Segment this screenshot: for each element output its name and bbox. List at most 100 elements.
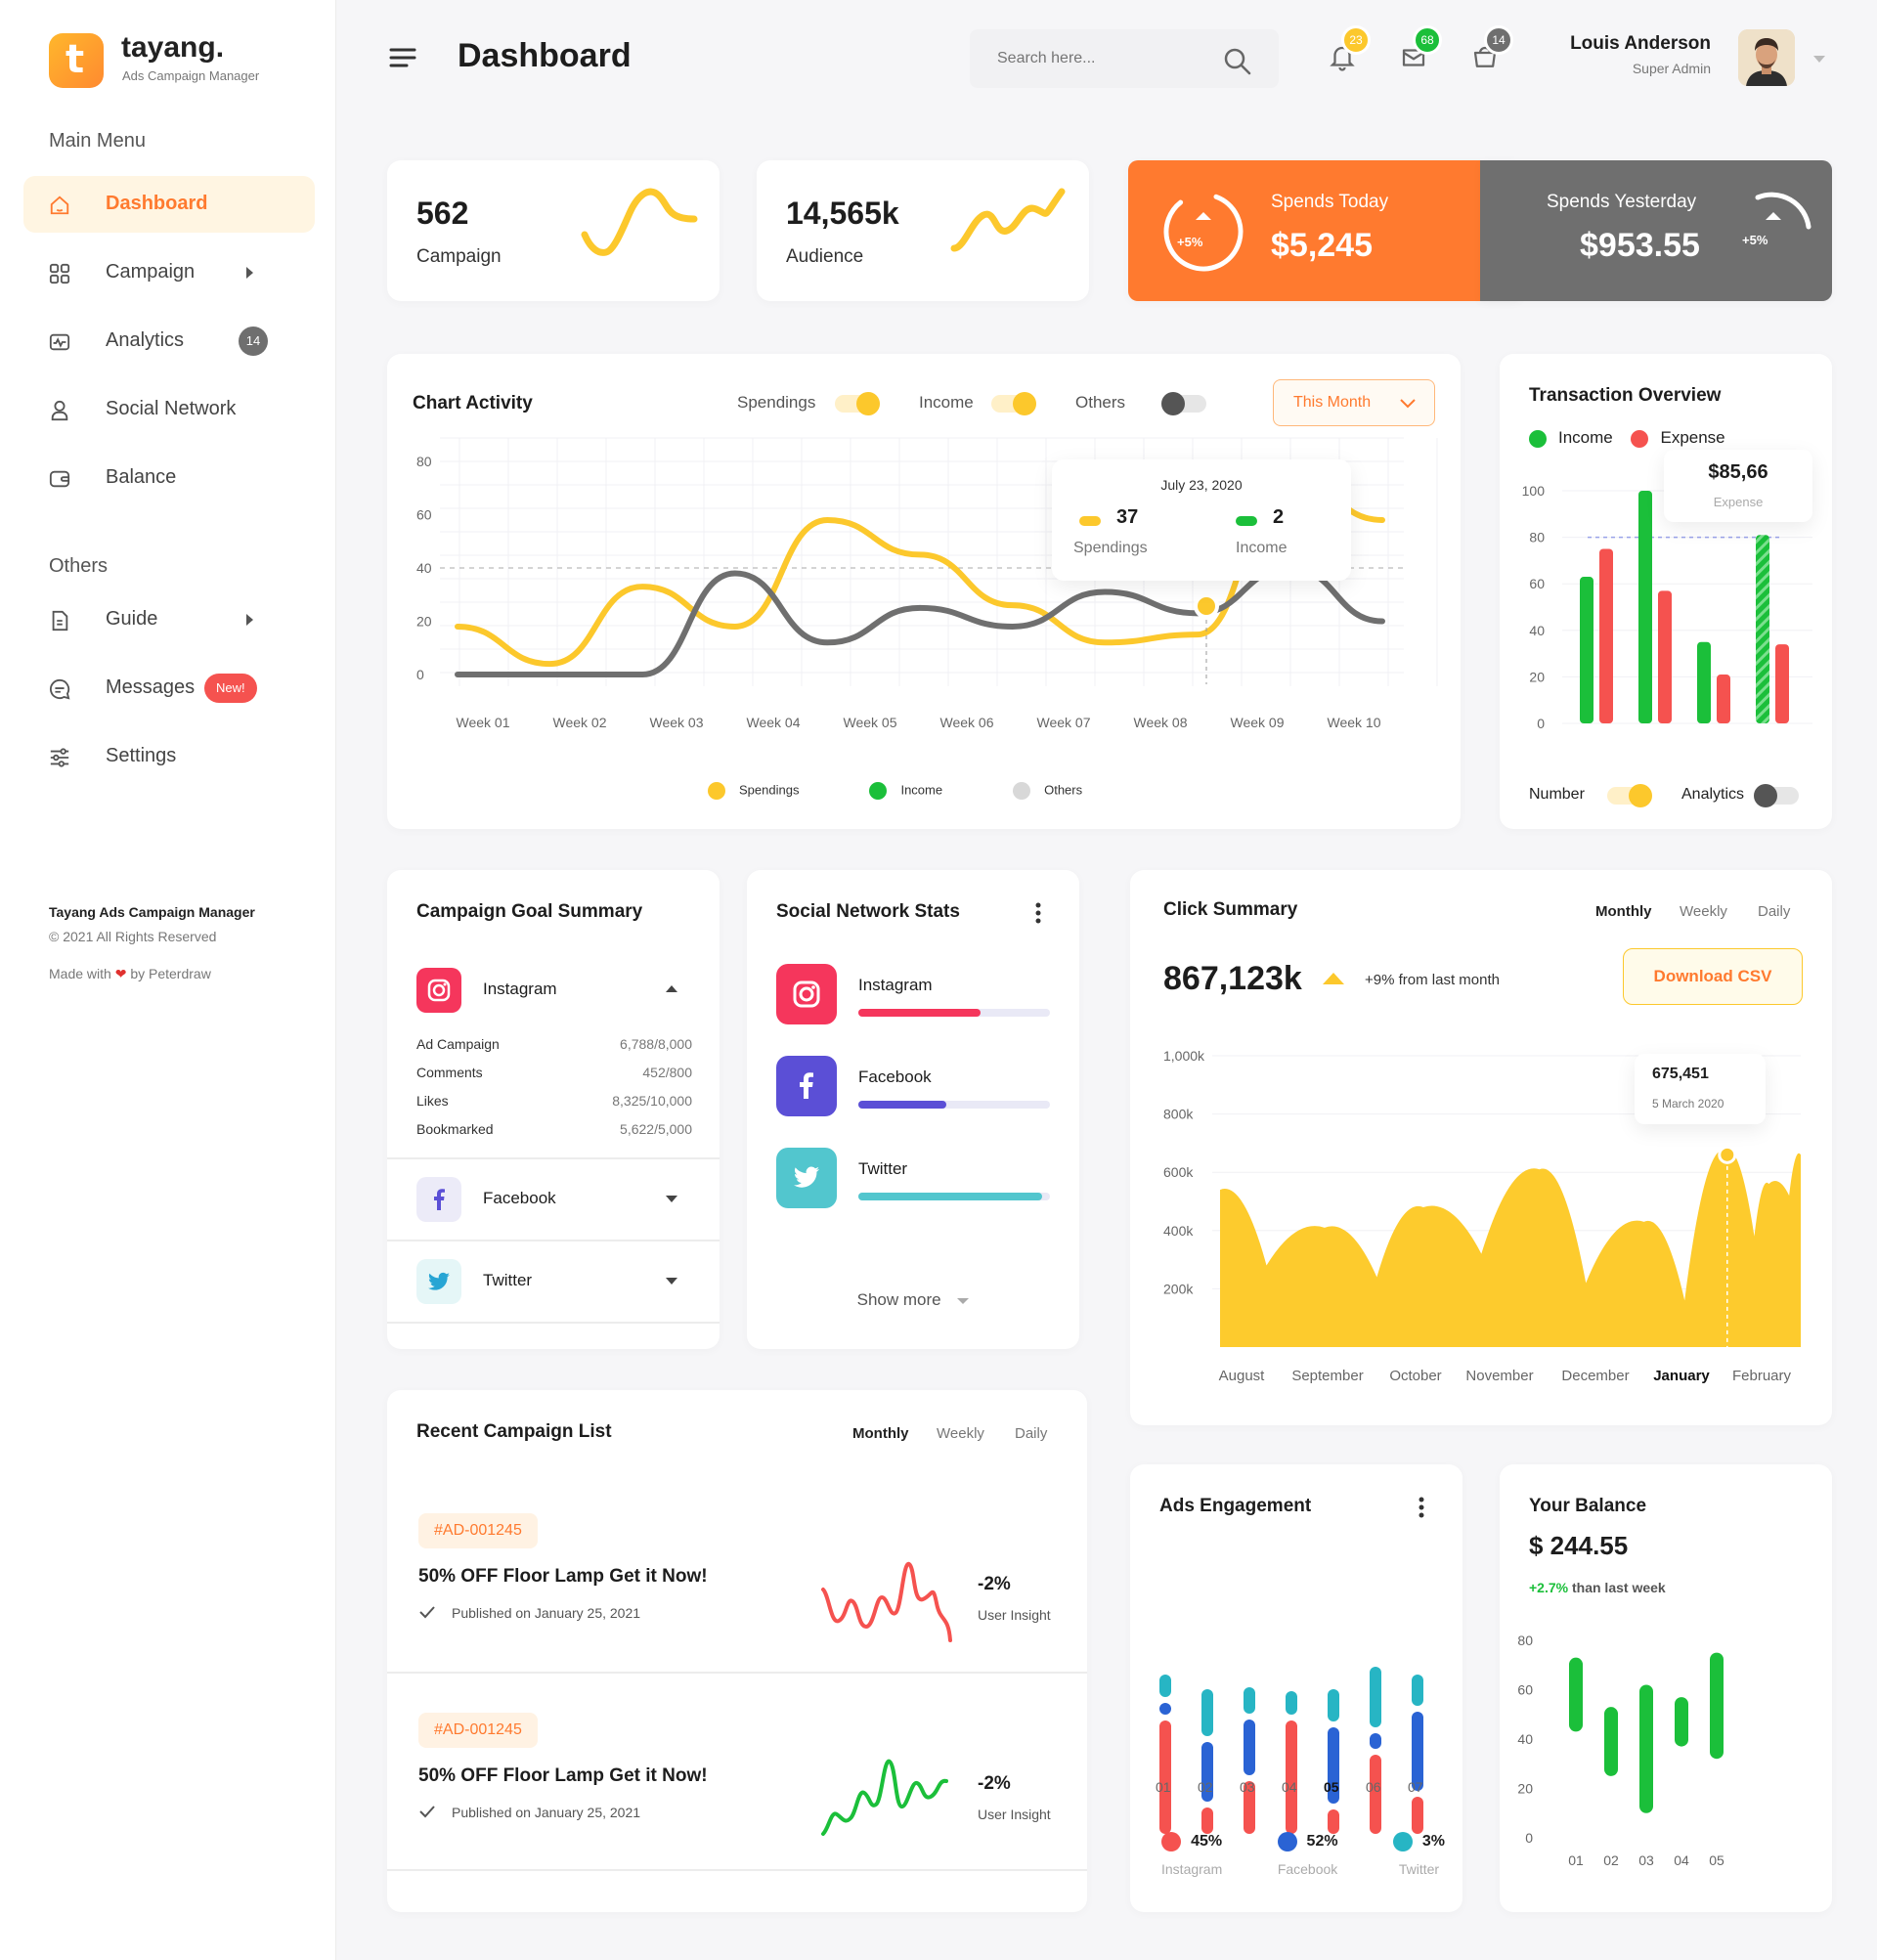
- user-dropdown-icon[interactable]: [1813, 56, 1825, 63]
- tab-daily[interactable]: Daily: [1015, 1425, 1047, 1442]
- facebook-progress-fill: [858, 1101, 947, 1109]
- x-tick-label: 01: [1156, 1779, 1171, 1795]
- bar-segment-twitter: [1328, 1689, 1339, 1721]
- sidebar-item-settings[interactable]: Settings: [23, 728, 315, 785]
- campaign-list-item[interactable]: #AD-001245 50% OFF Floor Lamp Get it Now…: [387, 1505, 1087, 1693]
- bar-segment-instagram: [1159, 1720, 1171, 1834]
- x-tick-label: 07: [1408, 1779, 1423, 1795]
- goal-row: Comments 452/800: [416, 1065, 692, 1080]
- show-more-button[interactable]: Show more: [747, 1290, 1079, 1310]
- bar-segment-twitter: [1201, 1689, 1213, 1737]
- campaign-title: 50% OFF Floor Lamp Get it Now!: [418, 1566, 708, 1587]
- more-options-icon[interactable]: [1034, 901, 1042, 925]
- goal-twitter-row[interactable]: Twitter: [387, 1241, 720, 1322]
- sliders-icon: [50, 748, 69, 767]
- sidebar-item-guide[interactable]: Guide: [23, 591, 315, 648]
- y-tick-label: 80: [1529, 530, 1545, 545]
- transaction-overview-plot: 0 20 40 60 80 100: [1522, 483, 1812, 731]
- tab-weekly[interactable]: Weekly: [937, 1425, 984, 1442]
- sidebar-item-messages[interactable]: Messages New!: [23, 660, 315, 717]
- legend-twitter: 3% Twitter: [1392, 1832, 1445, 1877]
- y-tick-label: 60: [1517, 1682, 1533, 1698]
- search-input[interactable]: [997, 47, 1202, 70]
- twitter-icon: [794, 1166, 819, 1188]
- social-facebook-name: Facebook: [858, 1067, 932, 1086]
- balance-bar: [1675, 1697, 1688, 1747]
- campaign-goal-title: Campaign Goal Summary: [416, 901, 643, 922]
- avatar-image: [1738, 29, 1795, 86]
- menu-toggle-button[interactable]: [389, 47, 416, 68]
- main-menu-title: Main Menu: [49, 130, 146, 152]
- x-tick-label: December: [1561, 1368, 1629, 1384]
- campaign-list-item[interactable]: #AD-001245 50% OFF Floor Lamp Get it Now…: [387, 1705, 1087, 1893]
- click-summary-plot: 200k 400k 600k 800k 1,000k August September Oct…: [1163, 1048, 1801, 1384]
- analytics-icon: [49, 333, 70, 351]
- y-tick-label: 40: [416, 560, 432, 576]
- campaign-stat-card: 562 Campaign: [387, 160, 720, 301]
- spends-today-card: +5% Spends Today $5,245: [1128, 160, 1519, 301]
- facebook-logo: [416, 1177, 461, 1222]
- y-tick-label: 60: [416, 507, 432, 523]
- twitter-logo: [416, 1259, 461, 1304]
- sidebar-item-balance[interactable]: Balance: [23, 450, 315, 506]
- instagram-progress-fill: [858, 1009, 982, 1017]
- y-tick-label: 20: [1517, 1781, 1533, 1797]
- y-tick-label: 40: [1529, 623, 1545, 638]
- x-tick-label: Week 06: [940, 715, 994, 730]
- user-info[interactable]: Louis Anderson Super Admin: [1525, 33, 1711, 76]
- search-box: [970, 29, 1279, 88]
- sidebar-item-label: Campaign: [106, 261, 196, 283]
- campaign-title: 50% OFF Floor Lamp Get it Now!: [418, 1765, 708, 1786]
- messages-button[interactable]: 68: [1399, 25, 1442, 72]
- document-icon: [52, 610, 68, 632]
- grid-icon: [49, 263, 70, 284]
- chevron-right-icon: [246, 614, 253, 626]
- user-role: Super Admin: [1632, 61, 1711, 76]
- campaign-id-badge: #AD-001245: [418, 1513, 538, 1548]
- y-tick-label: 400k: [1163, 1223, 1194, 1239]
- chevron-up-icon[interactable]: [665, 983, 678, 993]
- click-summary-card: Click Summary Monthly Weekly Daily 867,1…: [1130, 870, 1832, 1425]
- spends-today-label: Spends Today: [1271, 192, 1389, 212]
- sidebar-item-campaign[interactable]: Campaign: [23, 244, 315, 301]
- wallet-icon: [49, 470, 70, 488]
- x-tick-label: 04: [1282, 1779, 1297, 1795]
- avatar[interactable]: [1738, 29, 1795, 86]
- instagram-goal-rows: Ad Campaign 6,788/8,000 Comments 452/800 L…: [416, 1030, 692, 1144]
- bar-expense: [1717, 675, 1730, 723]
- sidebar-item-dashboard[interactable]: Dashboard: [23, 176, 315, 233]
- analytics-toggle[interactable]: [1754, 784, 1799, 807]
- logo[interactable]: t: [49, 33, 104, 88]
- sidebar-item-analytics[interactable]: Analytics 14: [23, 313, 315, 370]
- notifications-button[interactable]: 23: [1328, 25, 1371, 72]
- sidebar-item-social-network[interactable]: Social Network: [23, 381, 315, 438]
- chart-activity-card: Chart Activity Spendings Income Others T…: [387, 354, 1461, 829]
- home-icon: [50, 196, 69, 215]
- facebook-icon: [800, 1072, 813, 1099]
- x-tick-label: 03: [1638, 1852, 1654, 1868]
- search-icon[interactable]: [1222, 46, 1253, 77]
- user-name: Louis Anderson: [1570, 33, 1711, 54]
- social-stats-title: Social Network Stats: [776, 901, 960, 922]
- cart-button[interactable]: 14: [1470, 25, 1513, 72]
- campaign-insight: User Insight: [978, 1607, 1051, 1623]
- facebook-progress-track: [858, 1101, 1050, 1109]
- tab-monthly[interactable]: Monthly: [852, 1425, 909, 1442]
- bar-segment-twitter: [1370, 1667, 1381, 1728]
- transaction-overview-card: Transaction Overview Income Expense 0 20 4…: [1500, 354, 1832, 829]
- sidebar-item-label: Balance: [106, 466, 177, 488]
- tooltip-income-label: Income: [1236, 540, 1288, 556]
- bar-segment-twitter: [1159, 1675, 1171, 1698]
- x-tick-label: 04: [1674, 1852, 1689, 1868]
- goal-facebook-row[interactable]: Facebook: [387, 1159, 720, 1240]
- chart-activity-plot: 0 20 40 60 80 Week 01 Week 02 Week 03 Week 04 Wee…: [416, 437, 1438, 730]
- legend-others: Others: [1013, 782, 1082, 800]
- legend-spendings: Spendings: [708, 782, 799, 800]
- twitter-logo: [776, 1148, 837, 1208]
- facebook-icon: [434, 1189, 445, 1210]
- x-tick-label: 05: [1324, 1779, 1339, 1795]
- number-toggle[interactable]: [1607, 784, 1652, 807]
- goal-row: Bookmarked 5,622/5,000: [416, 1121, 692, 1137]
- footer-title: Tayang Ads Campaign Manager: [49, 904, 255, 920]
- y-tick-label: 600k: [1163, 1164, 1194, 1180]
